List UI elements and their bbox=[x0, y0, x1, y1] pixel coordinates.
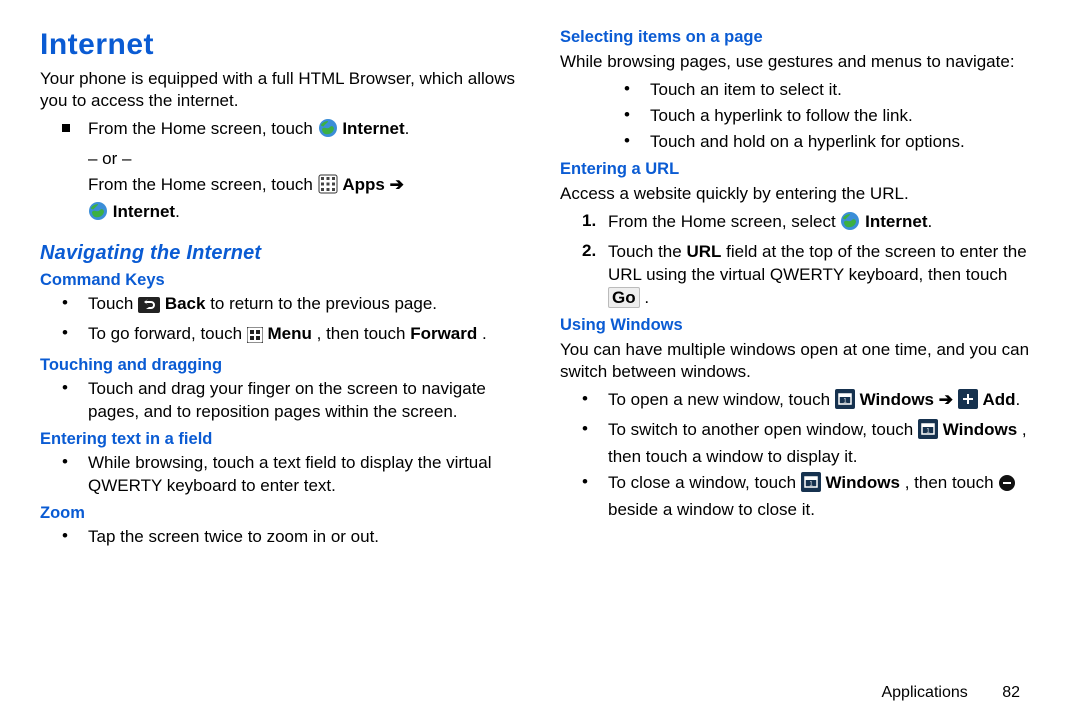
arrow-icon: ➔ bbox=[939, 390, 953, 409]
command-keys-heading: Command Keys bbox=[40, 271, 520, 290]
url-s2-bold: URL bbox=[686, 242, 721, 261]
select-b2: Touch a hyperlink to follow the link. bbox=[560, 105, 1040, 128]
cmd-fwd-pre: To go forward, touch bbox=[88, 324, 247, 343]
url-step-1: 1. From the Home screen, select Internet… bbox=[560, 211, 1040, 238]
footer-section: Applications bbox=[881, 684, 967, 701]
launch2-internet-label: Internet bbox=[113, 202, 175, 221]
win-close-mid: , then touch bbox=[905, 473, 999, 492]
launch1-prefix: From the Home screen, touch bbox=[88, 119, 318, 138]
select-b3: Touch and hold on a hyperlink for option… bbox=[560, 131, 1040, 154]
launch1-internet-label: Internet bbox=[342, 119, 404, 138]
touch-drag-heading: Touching and dragging bbox=[40, 356, 520, 375]
url-intro: Access a website quickly by entering the… bbox=[560, 183, 1040, 205]
windows-switch: To switch to another open window, touch … bbox=[560, 419, 1040, 469]
select-intro: While browsing pages, use gestures and m… bbox=[560, 51, 1040, 73]
zoom-heading: Zoom bbox=[40, 504, 520, 523]
launch-option-2: From the Home screen, touch Apps ➔ bbox=[40, 174, 520, 228]
url-heading: Entering a URL bbox=[560, 160, 1040, 179]
page-footer: Applications 82 bbox=[881, 684, 1020, 702]
windows-icon: 1 bbox=[801, 472, 821, 499]
win-open-pre: To open a new window, touch bbox=[608, 390, 835, 409]
win-open-win: Windows bbox=[860, 390, 934, 409]
square-bullet-icon bbox=[62, 124, 70, 132]
launch2-apps-label: Apps bbox=[342, 175, 385, 194]
select-b1: Touch an item to select it. bbox=[560, 79, 1040, 102]
enter-field-heading: Entering text in a field bbox=[40, 430, 520, 449]
win-close-win: Windows bbox=[826, 473, 900, 492]
windows-icon: 1 bbox=[835, 389, 855, 416]
enterfield-item: While browsing, touch a text field to di… bbox=[40, 452, 520, 498]
arrow-icon: ➔ bbox=[390, 175, 404, 194]
launch-option-1: From the Home screen, touch Internet. bbox=[40, 118, 520, 145]
windows-open: To open a new window, touch 1 Windows ➔ … bbox=[560, 389, 1040, 416]
intro-text: Your phone is equipped with a full HTML … bbox=[40, 68, 520, 112]
manual-page: Internet Your phone is equipped with a f… bbox=[0, 0, 1080, 720]
globe-icon bbox=[840, 211, 860, 238]
cmd-back-pre: Touch bbox=[88, 294, 138, 313]
url-s1-bold: Internet bbox=[865, 212, 927, 231]
win-switch-win: Windows bbox=[943, 420, 1017, 439]
launch-or: – or – bbox=[40, 148, 520, 171]
navigating-heading: Navigating the Internet bbox=[40, 242, 520, 265]
select-heading: Selecting items on a page bbox=[560, 28, 1040, 47]
add-icon bbox=[958, 389, 978, 416]
zoom-item: Tap the screen twice to zoom in or out. bbox=[40, 526, 520, 549]
back-icon bbox=[138, 297, 160, 320]
cmd-fwd-mid: , then touch bbox=[317, 324, 411, 343]
cmd-back: Touch Back to return to the previous pag… bbox=[40, 293, 520, 320]
globe-icon bbox=[318, 118, 338, 145]
cmd-menu-bold: Menu bbox=[268, 324, 312, 343]
url-s2-post: . bbox=[644, 288, 649, 307]
globe-icon bbox=[88, 201, 108, 228]
win-switch-pre: To switch to another open window, touch bbox=[608, 420, 918, 439]
cmd-back-post: to return to the previous page. bbox=[210, 294, 437, 313]
cmd-fwd-bold: Forward bbox=[410, 324, 477, 343]
left-column: Internet Your phone is equipped with a f… bbox=[40, 28, 520, 710]
url-s2-pre: Touch the bbox=[608, 242, 686, 261]
win-close-pre: To close a window, touch bbox=[608, 473, 801, 492]
url-step-2: 2. Touch the URL field at the top of the… bbox=[560, 241, 1040, 310]
windows-icon: 1 bbox=[918, 419, 938, 446]
cmd-fwd-post: . bbox=[482, 324, 487, 343]
cmd-back-bold: Back bbox=[165, 294, 206, 313]
go-button-label: Go bbox=[608, 287, 640, 308]
apps-grid-icon bbox=[318, 174, 338, 201]
win-close-post: beside a window to close it. bbox=[608, 500, 815, 519]
windows-intro: You can have multiple windows open at on… bbox=[560, 339, 1040, 383]
close-circle-icon bbox=[998, 474, 1016, 499]
menu-icon bbox=[247, 327, 263, 350]
url-s1-pre: From the Home screen, select bbox=[608, 212, 840, 231]
launch2-prefix: From the Home screen, touch bbox=[88, 175, 318, 194]
win-open-add: Add bbox=[982, 390, 1015, 409]
page-title: Internet bbox=[40, 28, 520, 62]
touchdrag-text: Touch and drag your finger on the screen… bbox=[88, 378, 520, 424]
zoom-text: Tap the screen twice to zoom in or out. bbox=[88, 526, 520, 549]
right-column: Selecting items on a page While browsing… bbox=[560, 28, 1040, 710]
windows-heading: Using Windows bbox=[560, 316, 1040, 335]
cmd-forward: To go forward, touch Menu , then touch F… bbox=[40, 323, 520, 350]
windows-close: To close a window, touch 1 Windows , the… bbox=[560, 472, 1040, 522]
footer-page-number: 82 bbox=[1002, 684, 1020, 701]
enterfield-text: While browsing, touch a text field to di… bbox=[88, 452, 520, 498]
touchdrag-item: Touch and drag your finger on the screen… bbox=[40, 378, 520, 424]
